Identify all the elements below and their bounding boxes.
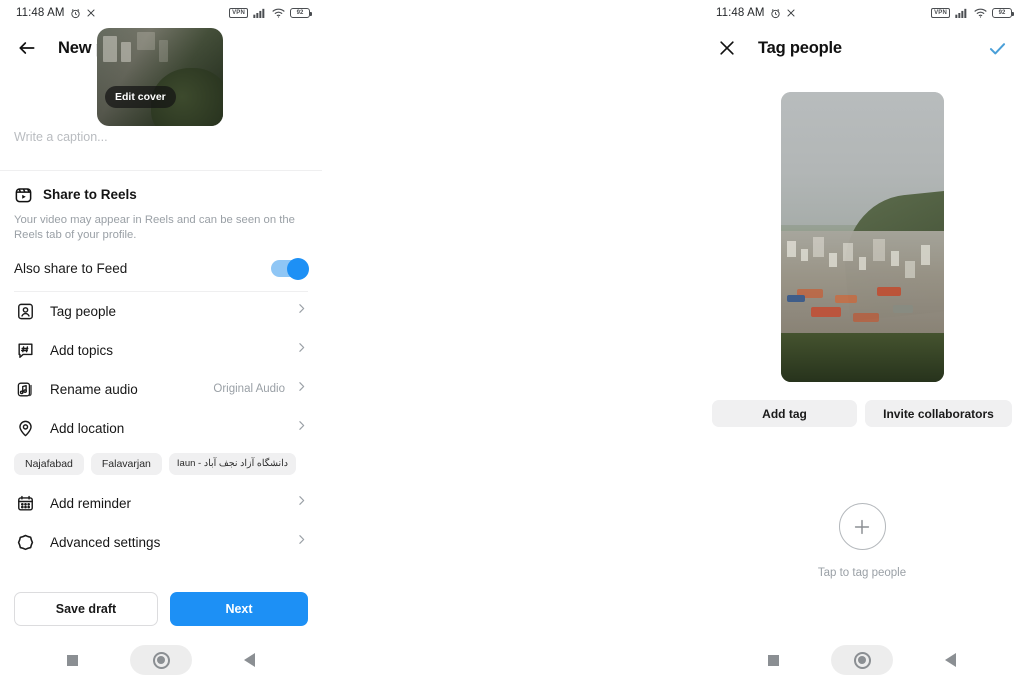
cover-thumbnail[interactable]: Edit cover — [97, 28, 223, 126]
tag-people-icon — [14, 300, 36, 322]
row-label: Rename audio — [50, 381, 138, 397]
row-label: Add topics — [50, 342, 114, 358]
chevron-right-icon — [295, 533, 308, 551]
plus-circle-icon[interactable] — [838, 503, 886, 550]
status-bar: 11:48 AM VPN 92 — [0, 0, 322, 26]
row-advanced-settings[interactable]: Advanced settings — [14, 523, 308, 562]
advanced-settings-icon — [14, 531, 36, 553]
reels-icon — [14, 185, 33, 204]
status-bar: 11:48 AM VPN 92 — [700, 0, 1024, 26]
arrow-left-icon[interactable] — [14, 35, 40, 61]
status-bar-time: 11:48 AM — [716, 7, 765, 19]
share-to-reels-title: Share to Reels — [43, 187, 137, 202]
battery-icon: 92 — [290, 8, 312, 18]
invite-collaborators-button[interactable]: Invite collaborators — [865, 400, 1012, 427]
tap-to-tag-label: Tap to tag people — [817, 567, 907, 579]
right-phone-screen: 11:48 AM VPN 92 Tag people Add tag Invit… — [700, 0, 1024, 683]
vpn-icon: VPN — [229, 8, 248, 18]
calendar-icon — [14, 492, 36, 514]
bottom-action-bar: Save draft Next — [0, 592, 322, 626]
share-to-reels-section: Share to Reels Your video may appear in … — [0, 171, 322, 291]
close-icon — [86, 8, 96, 18]
chevron-right-icon — [295, 380, 308, 398]
tag-empty-state: Tap to tag people — [700, 503, 1024, 579]
android-nav-bar — [700, 637, 1024, 683]
chevron-right-icon — [295, 341, 308, 359]
tag-photo-preview[interactable] — [780, 92, 944, 382]
android-nav-bar — [0, 637, 322, 683]
audio-note-icon — [14, 378, 36, 400]
circle-icon[interactable] — [831, 645, 893, 675]
row-label: Tag people — [50, 303, 117, 319]
post-options-list-secondary: Add reminder Advanced settings — [0, 484, 322, 562]
wifi-icon — [974, 8, 987, 18]
page-title: Tag people — [758, 38, 842, 57]
status-bar-time: 11:48 AM — [16, 7, 65, 19]
check-icon[interactable] — [984, 35, 1010, 61]
panel-gap — [322, 0, 700, 683]
tag-photo-preview-area — [700, 70, 1024, 382]
wifi-icon — [272, 8, 285, 18]
also-share-to-feed-toggle[interactable] — [271, 257, 309, 280]
close-icon — [786, 8, 796, 18]
row-add-location[interactable]: Add location — [14, 409, 308, 448]
square-icon[interactable] — [67, 654, 78, 666]
chevron-right-icon — [295, 419, 308, 437]
hashtag-icon — [14, 339, 36, 361]
row-label: Add location — [50, 420, 125, 436]
location-pin-icon — [14, 417, 36, 439]
close-icon[interactable] — [714, 35, 740, 61]
chevron-right-icon — [295, 494, 308, 512]
battery-level: 92 — [296, 10, 304, 16]
row-label: Add reminder — [50, 495, 132, 511]
share-to-reels-header: Share to Reels — [14, 185, 308, 204]
battery-level: 92 — [998, 10, 1006, 16]
alarm-icon — [770, 8, 781, 19]
row-rename-audio[interactable]: Rename audio Original Audio — [14, 370, 308, 409]
caption-input[interactable]: Write a caption... — [0, 126, 322, 170]
row-label: Advanced settings — [50, 534, 161, 550]
left-phone-screen: 11:48 AM VPN 92 New post Edit cover Writ… — [0, 0, 322, 683]
location-chip[interactable]: دانشگاه آزاد نجف آباد - Iaun — [168, 452, 296, 475]
location-chip[interactable]: Falavarjan — [90, 452, 162, 475]
also-share-to-feed-row[interactable]: Also share to Feed — [14, 247, 309, 291]
save-draft-button[interactable]: Save draft — [14, 592, 158, 626]
circle-icon[interactable] — [130, 645, 192, 675]
triangle-back-icon[interactable] — [945, 653, 956, 667]
cover-thumbnail-area: Edit cover — [0, 28, 322, 126]
row-add-topics[interactable]: Add topics — [14, 331, 308, 370]
post-options-list: Tag people Add topics Rename audio Origi… — [0, 292, 322, 448]
dual-screenshot-canvas: 11:48 AM VPN 92 New post Edit cover Writ… — [0, 0, 1024, 683]
chevron-right-icon — [295, 302, 308, 320]
triangle-back-icon[interactable] — [244, 653, 255, 667]
also-share-to-feed-label: Also share to Feed — [14, 261, 128, 277]
add-tag-button[interactable]: Add tag — [712, 400, 857, 427]
row-value: Original Audio — [213, 383, 285, 396]
signal-icon — [955, 8, 969, 18]
location-chip[interactable]: Najafabad — [14, 452, 84, 475]
edit-cover-button[interactable]: Edit cover — [105, 86, 176, 108]
square-icon[interactable] — [768, 654, 779, 666]
vpn-icon: VPN — [931, 8, 950, 18]
right-app-bar: Tag people — [700, 26, 1024, 70]
alarm-icon — [70, 8, 81, 19]
signal-icon — [253, 8, 267, 18]
location-suggestion-chips: Najafabad Falavarjan دانشگاه آزاد نجف آب… — [0, 448, 322, 484]
battery-icon: 92 — [992, 8, 1014, 18]
row-tag-people[interactable]: Tag people — [14, 292, 308, 331]
share-to-reels-description: Your video may appear in Reels and can b… — [14, 214, 295, 241]
tag-actions: Add tag Invite collaborators — [700, 400, 1024, 427]
row-add-reminder[interactable]: Add reminder — [14, 484, 308, 523]
next-button[interactable]: Next — [170, 592, 308, 626]
